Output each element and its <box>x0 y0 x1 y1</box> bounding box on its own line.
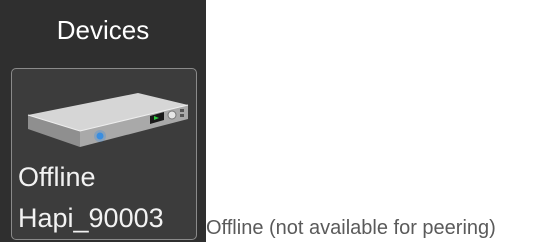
device-name: Hapi_90003 <box>18 203 164 233</box>
panel-title: Devices <box>56 15 150 45</box>
devices-panel: Devices Offline Hapi_90003 <box>0 0 206 242</box>
legend-offline: Offline (not available for peering) <box>206 217 496 239</box>
rack-unit-icon <box>27 93 189 147</box>
device-tile[interactable]: Offline Hapi_90003 <box>11 68 197 240</box>
device-status: Offline <box>18 162 96 192</box>
